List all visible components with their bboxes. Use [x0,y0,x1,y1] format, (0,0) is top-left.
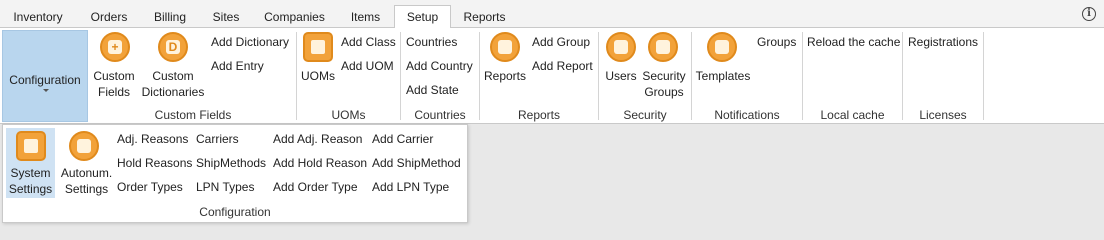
add-group-button[interactable]: Add Group [532,34,590,50]
add-state-button[interactable]: Add State [406,82,459,98]
configuration-label: Configuration [9,73,81,87]
order-types-button[interactable]: Order Types [117,179,183,195]
lpn-types-button[interactable]: LPN Types [196,179,254,195]
reports-icon [490,32,520,62]
group-separator [400,32,401,120]
autonum-settings-button[interactable]: Autonum. Settings [58,165,115,197]
add-hold-reason-button[interactable]: Add Hold Reason [273,155,367,171]
user-icon [606,32,636,62]
group-separator [691,32,692,120]
add-ship-method-button[interactable]: Add ShipMethod [372,155,461,171]
add-carrier-button[interactable]: Add Carrier [372,131,433,147]
group-label-configuration: Configuration [199,205,271,219]
security-groups-icon [648,32,678,62]
uoms-button[interactable]: UOMs [298,68,338,84]
tab-setup[interactable]: Setup [394,5,451,29]
add-entry-button[interactable]: Add Entry [211,58,264,74]
system-settings-icon [16,131,46,161]
add-lpn-type-button[interactable]: Add LPN Type [372,179,449,195]
registrations-button[interactable]: Registrations [908,34,978,50]
add-uom-button[interactable]: Add UOM [341,58,394,74]
group-label-reports: Reports [517,108,561,122]
group-label-notifications: Notifications [714,108,780,122]
uoms-icon [303,32,333,62]
tab-sites[interactable]: Sites [205,7,247,28]
group-label-licenses: Licenses [919,108,967,122]
custom-fields-icon: + [100,32,130,62]
custom-fields-button[interactable]: Custom Fields [91,68,137,100]
add-country-button[interactable]: Add Country [406,58,473,74]
system-settings-button[interactable]: System Settings [6,165,55,197]
group-label-custom-fields: Custom Fields [154,108,232,122]
adj-reasons-button[interactable]: Adj. Reasons [117,131,188,147]
group-label-countries: Countries [414,108,466,122]
group-label-local-cache: Local cache [820,108,885,122]
tab-orders[interactable]: Orders [82,7,136,28]
tab-items[interactable]: Items [343,7,388,28]
bell-icon [707,32,737,62]
add-report-button[interactable]: Add Report [532,58,593,74]
autonum-icon [69,131,99,161]
tab-inventory[interactable]: Inventory [6,7,70,28]
group-label-security: Security [623,108,667,122]
custom-dictionaries-button[interactable]: Custom Dictionaries [140,68,206,100]
tab-reports[interactable]: Reports [457,7,512,28]
templates-button[interactable]: Templates [694,68,752,84]
reload-cache-button[interactable]: Reload the cache [807,34,900,50]
users-button[interactable]: Users [603,68,639,84]
info-icon[interactable]: i [1082,7,1096,21]
group-separator [902,32,903,120]
group-separator [598,32,599,120]
security-groups-button[interactable]: Security Groups [640,68,688,100]
add-dictionary-button[interactable]: Add Dictionary [211,34,289,50]
group-label-uoms: UOMs [331,108,366,122]
add-class-button[interactable]: Add Class [341,34,396,50]
groups-button[interactable]: Groups [757,34,796,50]
add-adj-reason-button[interactable]: Add Adj. Reason [273,131,362,147]
configuration-dropdown-panel: System Settings Autonum. Settings Adj. R… [2,124,468,223]
ribbon-tab-bar: Inventory Orders Billing Sites Companies… [0,0,1104,29]
ribbon-panel: Configuration + Custom Fields D Custom D… [0,28,1104,124]
dictionary-icon: D [158,32,188,62]
configuration-button[interactable]: Configuration [2,30,88,122]
group-separator [983,32,984,120]
group-separator [296,32,297,120]
reports-button[interactable]: Reports [482,68,528,84]
ship-methods-button[interactable]: ShipMethods [196,155,266,171]
tab-billing[interactable]: Billing [145,7,195,28]
tab-companies[interactable]: Companies [256,7,333,28]
add-order-type-button[interactable]: Add Order Type [273,179,358,195]
countries-button[interactable]: Countries [406,34,457,50]
group-separator [479,32,480,120]
carriers-button[interactable]: Carriers [196,131,239,147]
group-separator [802,32,803,120]
hold-reasons-button[interactable]: Hold Reasons [117,155,192,171]
dropdown-arrow-icon [43,89,49,92]
